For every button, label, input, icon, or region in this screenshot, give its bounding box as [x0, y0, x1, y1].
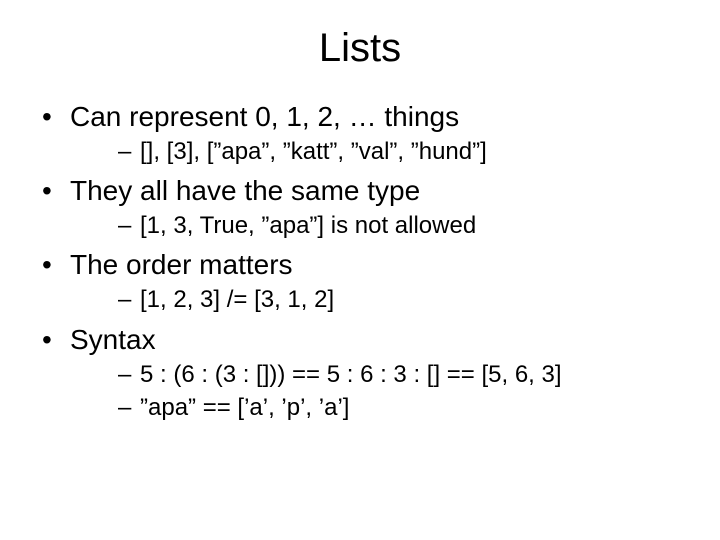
sub-list: [1, 2, 3] /= [3, 1, 2]	[70, 284, 690, 315]
bullet-text: They all have the same type	[70, 175, 420, 206]
sub-bullet-text: [1, 2, 3] /= [3, 1, 2]	[140, 286, 334, 313]
bullet-text: Syntax	[70, 324, 156, 355]
list-item: Syntax 5 : (6 : (3 : [])) == 5 : 6 : 3 :…	[30, 322, 690, 423]
sub-bullet-text: [], [3], [”apa”, ”katt”, ”val”, ”hund”]	[140, 138, 487, 165]
list-item: [1, 3, True, ”apa”] is not allowed	[70, 210, 690, 241]
list-item: ”apa” == [’a’, ’p’, ’a’]	[70, 392, 690, 423]
sub-list: [], [3], [”apa”, ”katt”, ”val”, ”hund”]	[70, 136, 690, 167]
list-item: [], [3], [”apa”, ”katt”, ”val”, ”hund”]	[70, 136, 690, 167]
sub-bullet-text: [1, 3, True, ”apa”] is not allowed	[140, 212, 476, 239]
list-item: 5 : (6 : (3 : [])) == 5 : 6 : 3 : [] == …	[70, 359, 690, 390]
bullet-text: The order matters	[70, 249, 293, 280]
sub-list: [1, 3, True, ”apa”] is not allowed	[70, 210, 690, 241]
sub-list: 5 : (6 : (3 : [])) == 5 : 6 : 3 : [] == …	[70, 359, 690, 423]
bullet-list: Can represent 0, 1, 2, … things [], [3],…	[30, 99, 690, 423]
slide: Lists Can represent 0, 1, 2, … things []…	[0, 0, 720, 540]
bullet-text: Can represent 0, 1, 2, … things	[70, 101, 459, 132]
slide-title: Lists	[30, 26, 690, 71]
sub-bullet-text: 5 : (6 : (3 : [])) == 5 : 6 : 3 : [] == …	[140, 361, 562, 388]
list-item: The order matters [1, 2, 3] /= [3, 1, 2]	[30, 247, 690, 315]
list-item: [1, 2, 3] /= [3, 1, 2]	[70, 284, 690, 315]
list-item: Can represent 0, 1, 2, … things [], [3],…	[30, 99, 690, 167]
sub-bullet-text: ”apa” == [’a’, ’p’, ’a’]	[140, 394, 349, 421]
list-item: They all have the same type [1, 3, True,…	[30, 173, 690, 241]
